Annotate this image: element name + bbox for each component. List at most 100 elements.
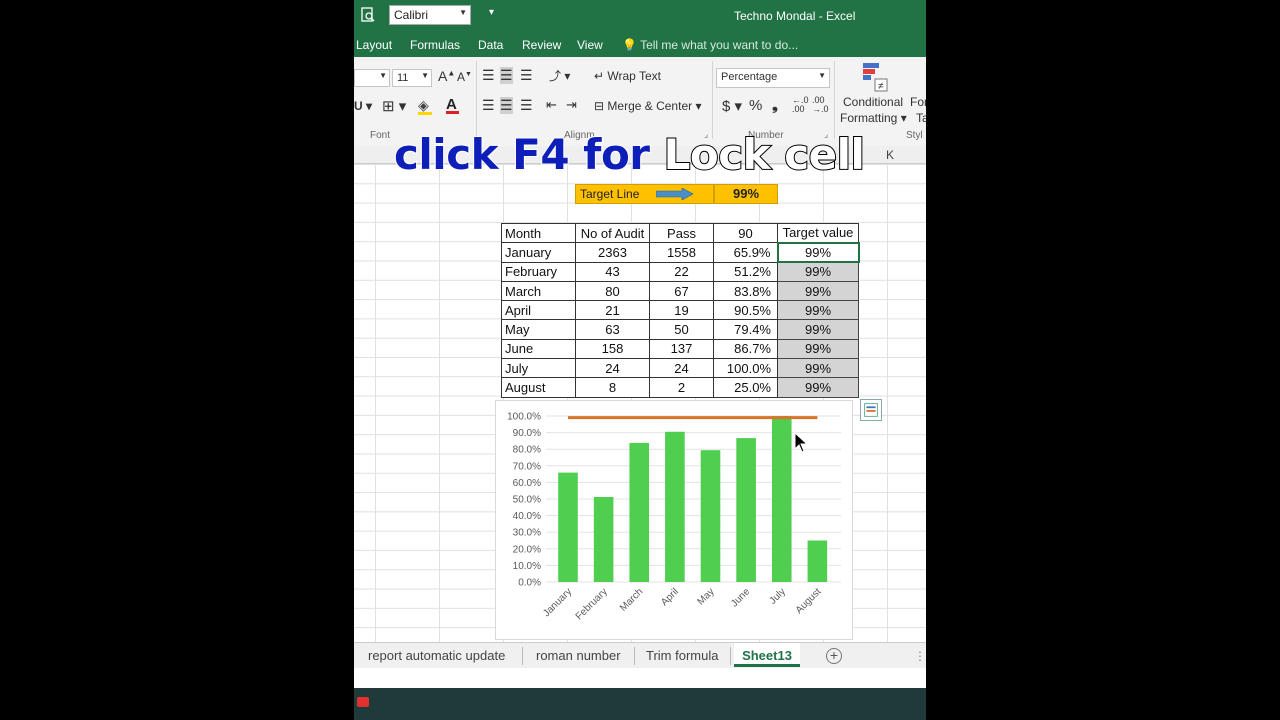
cell-90[interactable]: 90.5% xyxy=(713,300,778,321)
sheet-tab-roman-number[interactable]: roman number xyxy=(536,648,621,663)
font-name-box[interactable]: Calibri ▼ xyxy=(389,5,471,25)
align-bottom-icon[interactable]: ☰ xyxy=(520,67,533,84)
cell-pass[interactable]: 24 xyxy=(649,358,714,379)
cell-month[interactable]: March xyxy=(501,280,576,302)
header-90[interactable]: 90 xyxy=(713,222,778,244)
column-header-k[interactable]: K xyxy=(886,148,894,162)
cell-90[interactable]: 79.4% xyxy=(713,319,778,340)
conditional-formatting-icon[interactable]: ≠ xyxy=(859,61,891,93)
header-pass[interactable]: Pass xyxy=(649,222,714,244)
cell-no-of-audit[interactable]: 80 xyxy=(575,280,650,302)
cell-target-value[interactable]: 99% xyxy=(777,300,859,321)
decrease-font-icon[interactable]: A▼ xyxy=(457,70,472,84)
cell-no-of-audit[interactable]: 158 xyxy=(575,338,650,360)
cell-90[interactable]: 100.0% xyxy=(713,358,778,379)
cell-month[interactable]: August xyxy=(501,377,576,398)
tab-page-layout[interactable]: Layout xyxy=(356,38,392,52)
tab-formulas[interactable]: Formulas xyxy=(410,38,460,52)
cell-no-of-audit[interactable]: 8 xyxy=(575,377,650,398)
wrap-text-button[interactable]: ↵ Wrap Text xyxy=(594,69,661,83)
sheet-tab-trim-formula[interactable]: Trim formula xyxy=(646,648,718,663)
cell-90[interactable]: 83.8% xyxy=(713,280,778,302)
add-sheet-icon[interactable]: + xyxy=(826,648,842,664)
cell-month[interactable]: July xyxy=(501,358,576,379)
customize-quick-access-icon[interactable]: ▾ xyxy=(489,7,494,18)
font-name-dropdown[interactable]: ▼ xyxy=(354,69,390,87)
align-left-icon[interactable]: ☰ xyxy=(482,97,495,114)
cell-target-value[interactable]: 99% xyxy=(777,377,859,398)
table-row: July 24 24 100.0% 99% xyxy=(501,358,859,379)
borders-icon[interactable]: ⊞ ▾ xyxy=(382,97,406,115)
cell-90[interactable]: 51.2% xyxy=(713,261,778,282)
cell-pass[interactable]: 1558 xyxy=(649,242,714,263)
cell-90[interactable]: 65.9% xyxy=(713,242,778,263)
tell-me-search[interactable]: 💡 Tell me what you want to do... xyxy=(622,38,798,52)
cell-month[interactable]: June xyxy=(501,338,576,360)
align-top-icon[interactable]: ☰ xyxy=(482,67,495,84)
print-preview-icon[interactable] xyxy=(360,7,376,23)
target-value-cell[interactable]: 99% xyxy=(714,184,778,204)
font-size-dropdown[interactable]: 11 ▼ xyxy=(392,69,432,87)
cell-month[interactable]: January xyxy=(501,242,576,263)
table-row: May 63 50 79.4% 99% xyxy=(501,319,859,340)
header-month[interactable]: Month xyxy=(501,222,576,244)
cell-month[interactable]: April xyxy=(501,300,576,321)
format-as-table-label-1[interactable]: For xyxy=(910,95,926,109)
cell-target-value[interactable]: 99% xyxy=(777,261,859,282)
cell-90[interactable]: 25.0% xyxy=(713,377,778,398)
cell-month[interactable]: May xyxy=(501,319,576,340)
conditional-formatting-label-2[interactable]: Formatting ▾ xyxy=(840,111,907,125)
cell-no-of-audit[interactable]: 21 xyxy=(575,300,650,321)
increase-indent-icon[interactable]: ⇥ xyxy=(566,97,577,113)
table-row: August 8 2 25.0% 99% xyxy=(501,377,859,398)
cell-month[interactable]: February xyxy=(501,261,576,282)
cell-target-value[interactable]: 99% xyxy=(777,338,859,360)
chart-bar xyxy=(629,442,650,582)
tab-data[interactable]: Data xyxy=(478,38,503,52)
cell-no-of-audit[interactable]: 43 xyxy=(575,261,650,282)
cell-pass[interactable]: 19 xyxy=(649,300,714,321)
font-color-icon[interactable]: A xyxy=(446,96,459,114)
sheet-tab-sheet13[interactable]: Sheet13 xyxy=(734,643,800,667)
align-middle-icon[interactable]: ☰ xyxy=(500,67,513,84)
increase-font-icon[interactable]: A▲ xyxy=(438,68,455,84)
number-format-dropdown[interactable]: Percentage ▼ xyxy=(716,68,830,88)
tab-review[interactable]: Review xyxy=(522,38,561,52)
align-right-icon[interactable]: ☰ xyxy=(520,97,533,114)
group-divider xyxy=(712,61,713,139)
orientation-icon[interactable]: ⤴ ▾ xyxy=(549,67,570,84)
cell-no-of-audit[interactable]: 2363 xyxy=(575,242,650,263)
cell-pass[interactable]: 2 xyxy=(649,377,714,398)
cell-no-of-audit[interactable]: 24 xyxy=(575,358,650,379)
cell-pass[interactable]: 22 xyxy=(649,261,714,282)
cell-pass[interactable]: 50 xyxy=(649,319,714,340)
fill-color-icon[interactable]: ◈ xyxy=(418,97,432,115)
increase-decimal-icon[interactable]: ←.0.00 xyxy=(792,96,809,114)
merge-center-button[interactable]: ⊟ Merge & Center ▾ xyxy=(594,99,701,113)
cell-pass[interactable]: 67 xyxy=(649,280,714,302)
format-as-table-label-2[interactable]: Ta xyxy=(916,111,926,125)
align-center-icon[interactable]: ☰ xyxy=(500,97,513,114)
chart-bar xyxy=(593,497,614,582)
conditional-formatting-label-1[interactable]: Conditional xyxy=(843,95,903,109)
tab-view[interactable]: View xyxy=(577,38,603,52)
cell-pass[interactable]: 137 xyxy=(649,338,714,360)
header-no-of-audit[interactable]: No of Audit xyxy=(575,222,650,244)
percent-button[interactable]: % xyxy=(749,97,762,114)
cell-target-value[interactable]: 99% xyxy=(777,280,859,302)
chart-styles-icon[interactable] xyxy=(860,399,882,421)
cell-no-of-audit[interactable]: 63 xyxy=(575,319,650,340)
decrease-decimal-icon[interactable]: .00 →.0 xyxy=(812,96,829,114)
header-target-value[interactable]: Target value xyxy=(777,222,859,244)
comma-style-button[interactable]: ❟ xyxy=(772,97,778,114)
underline-icon[interactable]: U ▾ xyxy=(354,99,372,113)
decrease-indent-icon[interactable]: ⇤ xyxy=(546,97,557,113)
sheet-tab-report-automatic-update[interactable]: report automatic update xyxy=(368,648,505,663)
currency-button[interactable]: $ ▾ xyxy=(722,97,742,115)
more-options-icon[interactable]: ⋮ xyxy=(914,649,926,663)
cell-90[interactable]: 86.7% xyxy=(713,338,778,360)
cell-target-value[interactable]: 99% xyxy=(776,241,860,264)
cell-target-value[interactable]: 99% xyxy=(777,358,859,379)
cell-target-value[interactable]: 99% xyxy=(777,319,859,340)
chart-bar xyxy=(807,540,828,582)
